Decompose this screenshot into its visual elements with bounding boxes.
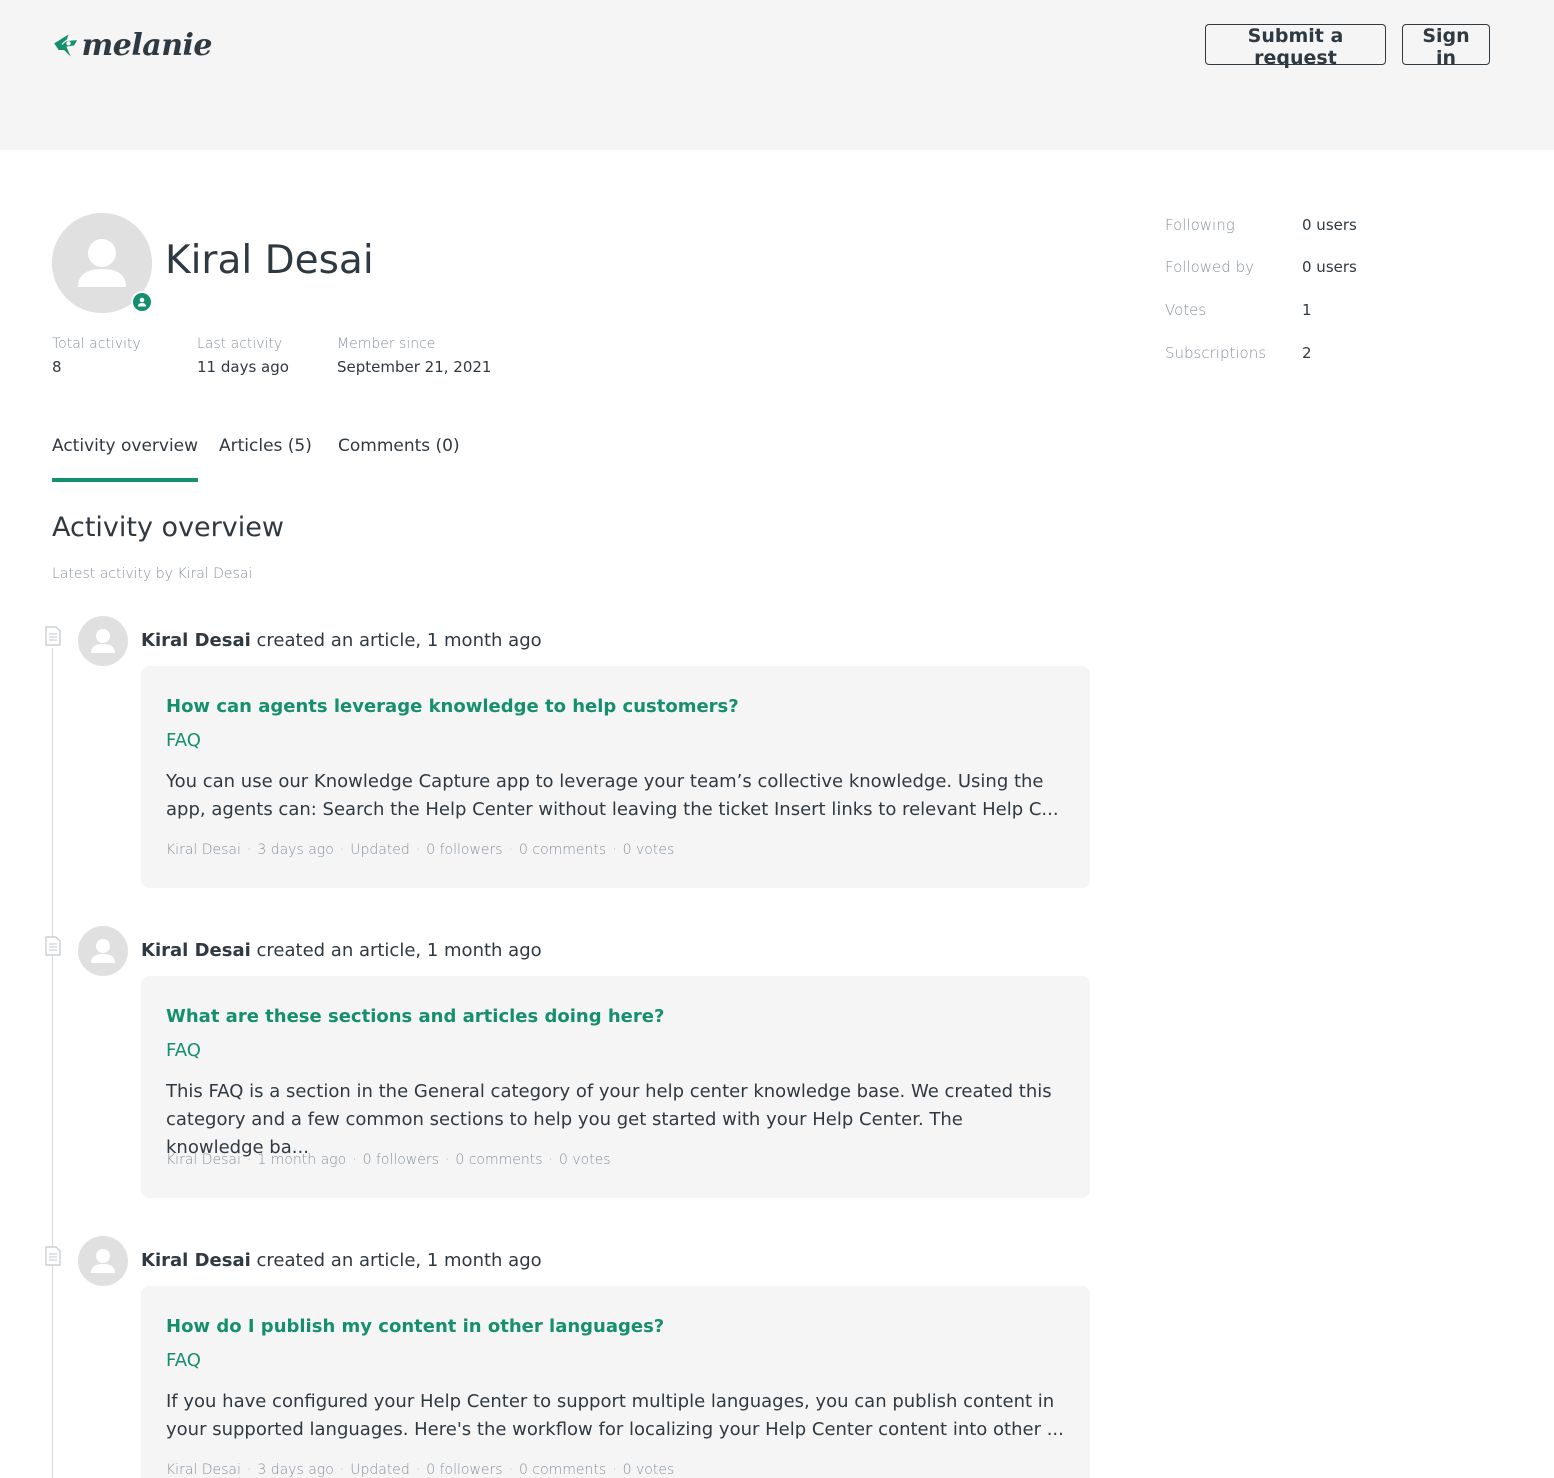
article-card: How do I publish my content in other lan… [141, 1286, 1090, 1478]
logo-wordmark: melanie [81, 27, 213, 63]
stat-last-activity: Last activity 11 days ago [197, 336, 289, 376]
stat-label: Last activity [197, 336, 283, 352]
stat-total-activity: Total activity 8 [52, 336, 141, 376]
stat-value: 8 [52, 358, 62, 376]
person-badge-icon [138, 297, 146, 307]
side-stat-value: 2 [1302, 344, 1312, 362]
side-stat-votes: Votes 1 [1165, 301, 1425, 323]
activity-heading: Kiral Desai created an article, 1 month … [141, 940, 542, 961]
article-excerpt: If you have configured your Help Center … [166, 1391, 1064, 1440]
activity-author-link[interactable]: Kiral Desai [141, 940, 251, 961]
activity-heading: Kiral Desai created an article, 1 month … [141, 1250, 542, 1271]
plane-logo-icon [54, 34, 78, 57]
activity-heading: Kiral Desai created an article, 1 month … [141, 630, 542, 651]
side-stat-value: 0 users [1302, 216, 1357, 234]
stat-value: 11 days ago [197, 358, 289, 376]
article-title-link[interactable]: What are these sections and articles doi… [166, 1006, 664, 1027]
article-category-link[interactable]: FAQ [166, 730, 201, 751]
tab-comments[interactable]: Comments (0) [338, 436, 460, 482]
article-meta: Kiral Desai · 1 month ago · 0 followers · 0 co… [166, 1152, 611, 1168]
meta-date: 1 month ago [257, 1152, 347, 1168]
meta-author: Kiral Desai [166, 1152, 241, 1168]
user-silhouette-icon [91, 939, 115, 963]
activity-action: created an article, 1 month ago [256, 1250, 542, 1271]
side-stat-label: Subscriptions [1165, 344, 1267, 362]
meta-author: Kiral Desai [166, 842, 241, 858]
tab-activity-overview[interactable]: Activity overview [52, 436, 199, 482]
stat-value: September 21, 2021 [337, 358, 492, 376]
article-excerpt: This FAQ is a section in the General cat… [166, 1081, 1052, 1158]
brand-logo[interactable]: melanie [52, 20, 213, 70]
meta-votes: 0 votes [622, 1462, 675, 1478]
article-category-link[interactable]: FAQ [166, 1040, 201, 1061]
user-silhouette-icon [91, 629, 115, 653]
side-stat-value: 1 [1302, 301, 1312, 319]
site-header: melanie Submit a request Sign in [0, 0, 1554, 150]
stat-member-since: Member since September 21, 2021 [337, 336, 491, 376]
article-meta: Kiral Desai · 3 days ago · Updated · 0 followe… [166, 1462, 675, 1478]
meta-date: 3 days ago [257, 1462, 334, 1478]
meta-comments: 0 comments [519, 842, 607, 858]
meta-followers: 0 followers [362, 1152, 439, 1168]
document-icon [45, 1246, 61, 1266]
article-card: What are these sections and articles doi… [141, 976, 1090, 1198]
meta-comments: 0 comments [519, 1462, 607, 1478]
section-subtitle: Latest activity by Kiral Desai [52, 566, 253, 582]
profile-name: Kiral Desai [165, 238, 374, 283]
meta-followers: 0 followers [426, 842, 503, 858]
timeline-line [52, 648, 53, 1478]
meta-comments: 0 comments [455, 1152, 543, 1168]
activity-action: created an article, 1 month ago [256, 630, 542, 651]
stat-label: Member since [337, 336, 436, 352]
meta-date: 3 days ago [257, 842, 334, 858]
activity-author-link[interactable]: Kiral Desai [141, 630, 251, 651]
side-stat-label: Votes [1165, 301, 1207, 319]
article-card: How can agents leverage knowledge to hel… [141, 666, 1090, 888]
sign-in-button[interactable]: Sign in [1402, 24, 1490, 69]
stat-label: Total activity [52, 336, 141, 352]
article-title-link[interactable]: How can agents leverage knowledge to hel… [166, 696, 739, 717]
author-avatar[interactable] [78, 616, 128, 666]
meta-author: Kiral Desai [166, 1462, 241, 1478]
meta-updated: Updated [350, 1462, 410, 1478]
side-stat-followed-by: Followed by 0 users [1165, 258, 1425, 280]
article-title-link[interactable]: How do I publish my content in other lan… [166, 1316, 664, 1337]
article-excerpt: You can use our Knowledge Capture app to… [166, 771, 1059, 820]
author-avatar[interactable] [78, 926, 128, 976]
author-avatar[interactable] [78, 1236, 128, 1286]
tab-articles[interactable]: Articles (5) [219, 436, 312, 482]
document-icon [45, 626, 61, 646]
meta-votes: 0 votes [622, 842, 675, 858]
meta-followers: 0 followers [426, 1462, 503, 1478]
activity-action: created an article, 1 month ago [256, 940, 542, 961]
section-title: Activity overview [52, 512, 284, 543]
side-stat-following: Following 0 users [1165, 216, 1425, 238]
meta-votes: 0 votes [559, 1152, 611, 1168]
side-stat-label: Followed by [1165, 258, 1254, 276]
article-meta: Kiral Desai · 3 days ago · Updated · 0 followe… [166, 842, 675, 858]
document-icon [45, 936, 61, 956]
side-stat-subscriptions: Subscriptions 2 [1165, 344, 1425, 366]
meta-updated: Updated [350, 842, 410, 858]
activity-author-link[interactable]: Kiral Desai [141, 1250, 251, 1271]
user-role-badge [131, 291, 153, 313]
article-category-link[interactable]: FAQ [166, 1350, 201, 1371]
user-silhouette-icon [91, 1249, 115, 1273]
side-stat-label: Following [1165, 216, 1235, 234]
side-stat-value: 0 users [1302, 258, 1357, 276]
submit-request-button[interactable]: Submit a request [1205, 24, 1386, 69]
